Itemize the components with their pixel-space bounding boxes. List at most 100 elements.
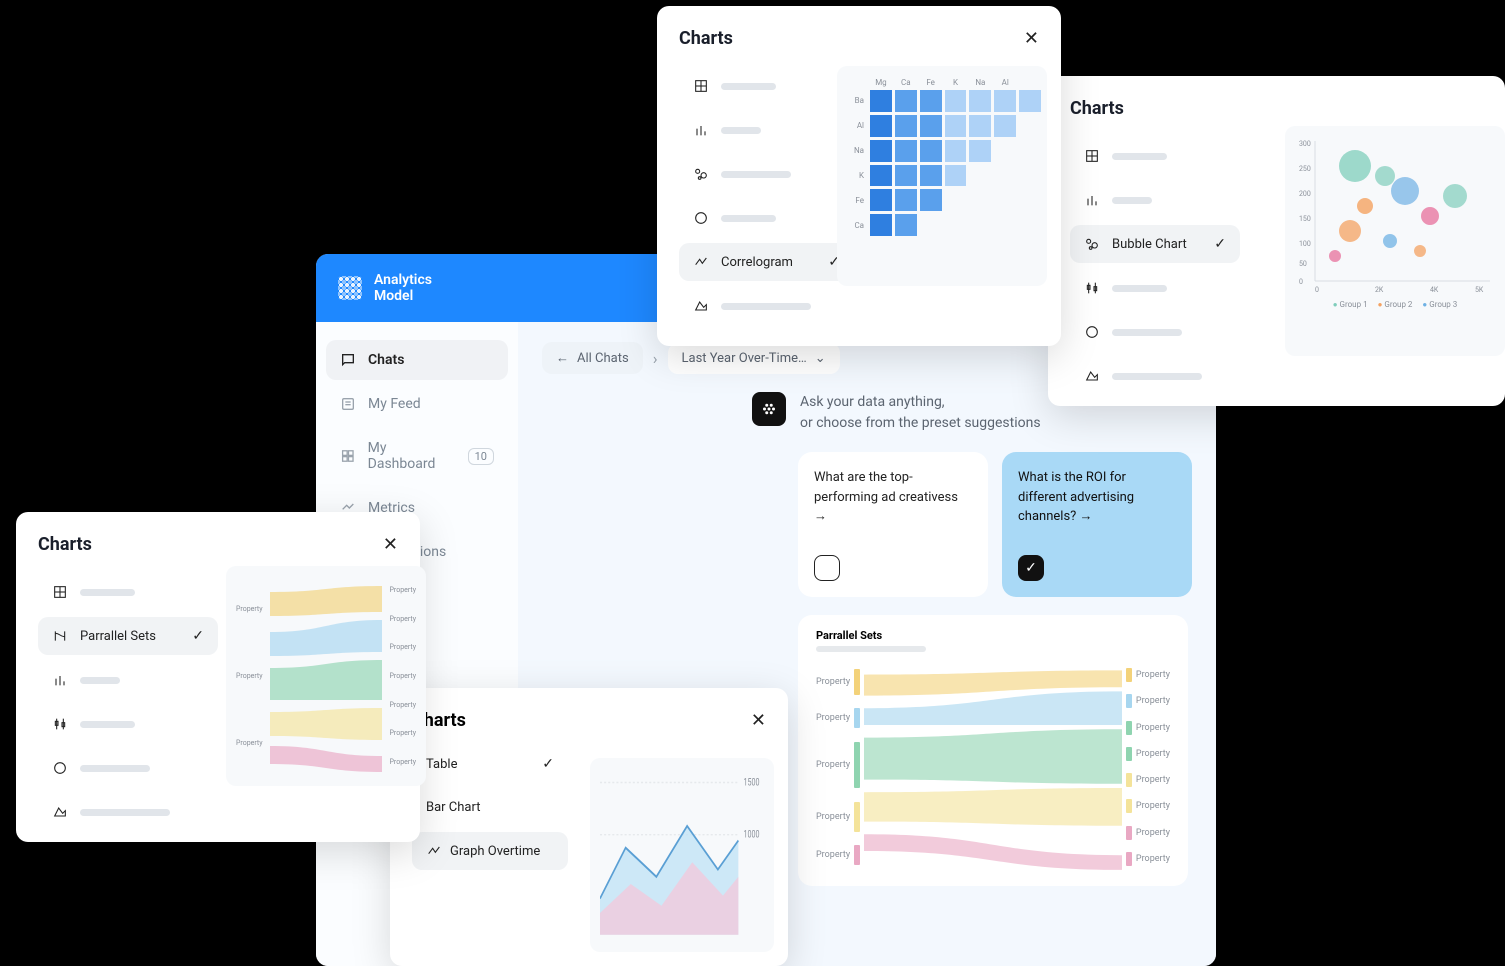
- suggestion-text: What is the ROI for different advertisin…: [1018, 468, 1176, 527]
- bar-icon: [693, 122, 709, 138]
- svg-text:200: 200: [1299, 190, 1311, 198]
- suggestion-checkbox-checked[interactable]: ✓: [1018, 555, 1044, 581]
- chat-icon: [340, 352, 356, 368]
- spinner-icon: [1084, 324, 1100, 340]
- chart-option[interactable]: [1070, 269, 1240, 307]
- spinner-icon: [693, 210, 709, 226]
- bar-icon: [1084, 192, 1100, 208]
- candlestick-icon: [1084, 280, 1100, 296]
- brand-logo-icon: [338, 276, 362, 300]
- close-button[interactable]: ✕: [383, 534, 398, 555]
- sidebar-item-dashboard[interactable]: My Dashboard 10: [326, 428, 508, 484]
- card-title: Parrallel Sets: [816, 629, 1170, 642]
- crumb-current-label: Last Year Over-Time…: [682, 351, 807, 366]
- node-label: Property: [390, 615, 417, 623]
- sidebar-item-chats[interactable]: Chats: [326, 340, 508, 380]
- chart-option-table[interactable]: Table ✓: [412, 745, 568, 783]
- chart-label: Correlogram: [721, 255, 816, 270]
- close-button[interactable]: ✕: [751, 710, 766, 731]
- chart-option[interactable]: [679, 199, 854, 237]
- suggestion-checkbox[interactable]: [814, 555, 840, 581]
- svg-text:0: 0: [1299, 278, 1303, 286]
- panel-title: Charts: [1070, 98, 1124, 119]
- node-label: Property: [1136, 854, 1170, 864]
- close-button[interactable]: ✕: [1024, 28, 1039, 49]
- chart-label: Parrallel Sets: [80, 629, 180, 644]
- chart-option[interactable]: [38, 705, 218, 743]
- panel-title: Charts: [38, 534, 92, 555]
- chart-option[interactable]: [679, 111, 854, 149]
- assistant-icon: [752, 392, 786, 426]
- parallel-sets-card: Parrallel Sets Property Property Propert…: [798, 615, 1188, 886]
- node-label: Property: [390, 758, 417, 766]
- panel-title: Charts: [412, 710, 568, 731]
- chart-option-bar[interactable]: Bar Chart: [412, 789, 568, 826]
- spinner-icon: [52, 760, 68, 776]
- node-label: Property: [816, 760, 850, 770]
- node-label: Property: [816, 850, 850, 860]
- node-label: Property: [816, 677, 850, 687]
- node-label: Property: [1136, 749, 1170, 759]
- crumb-current[interactable]: Last Year Over-Time… ⌄: [668, 343, 840, 374]
- correlogram-preview: MgCaFeKNaAlBaAlNaKFeCa: [837, 66, 1047, 286]
- chart-option[interactable]: [1070, 357, 1240, 395]
- svg-text:150: 150: [1299, 215, 1311, 223]
- svg-text:4K: 4K: [1430, 286, 1439, 294]
- chart-option[interactable]: [38, 661, 218, 699]
- bubble-icon: [693, 166, 709, 182]
- crumb-back[interactable]: ← All Chats: [542, 342, 643, 374]
- table-icon: [693, 78, 709, 94]
- node-label: Property: [816, 713, 850, 723]
- chart-option[interactable]: [679, 155, 854, 193]
- chart-option[interactable]: [38, 749, 218, 787]
- charts-popup-parallel: Charts ✕ Parrallel Sets✓ Property Proper…: [16, 512, 420, 842]
- chart-option[interactable]: [679, 67, 854, 105]
- svg-text:1000: 1000: [744, 830, 760, 842]
- check-icon: ✓: [1025, 560, 1037, 576]
- chart-option-bubble[interactable]: Bubble Chart✓: [1070, 225, 1240, 263]
- svg-text:0: 0: [1315, 286, 1319, 294]
- chart-option[interactable]: [38, 573, 218, 611]
- arrow-left-icon: ←: [556, 350, 569, 366]
- svg-text:1500: 1500: [744, 777, 760, 789]
- chart-option[interactable]: [1070, 313, 1240, 351]
- legend-item: Group 3: [1429, 300, 1457, 309]
- brand: Analytics Model: [338, 272, 432, 304]
- feed-icon: [340, 396, 356, 412]
- node-label: Property: [1136, 828, 1170, 838]
- chart-option[interactable]: [1070, 181, 1240, 219]
- sidebar-label: Chats: [368, 352, 404, 368]
- chart-option-correlogram[interactable]: Correlogram✓: [679, 243, 854, 281]
- shape-icon: [1084, 368, 1100, 384]
- chart-option-graph-overtime[interactable]: Graph Overtime: [412, 832, 568, 870]
- candlestick-icon: [52, 716, 68, 732]
- svg-text:5K: 5K: [1475, 286, 1484, 294]
- suggestion-text: What are the top-performing ad creatives…: [814, 468, 972, 527]
- node-label: Property: [236, 672, 263, 680]
- node-label: Property: [390, 729, 417, 737]
- node-label: Property: [816, 812, 850, 822]
- sidebar-item-feed[interactable]: My Feed: [326, 384, 508, 424]
- chevron-right-icon: ›: [653, 349, 658, 368]
- chart-label: Table: [426, 757, 530, 772]
- suggestion-row: What are the top-performing ad creatives…: [542, 452, 1192, 597]
- area-preview: 1500 1000: [590, 758, 774, 952]
- suggestion-card-1[interactable]: What are the top-performing ad creatives…: [798, 452, 988, 597]
- node-label: Property: [236, 605, 263, 613]
- chart-option[interactable]: [38, 793, 218, 831]
- check-icon: ✓: [542, 756, 554, 772]
- node-label: Property: [390, 643, 417, 651]
- legend-item: Group 2: [1384, 300, 1412, 309]
- svg-text:300: 300: [1299, 140, 1311, 148]
- brand-title-2: Model: [374, 288, 432, 304]
- check-icon: ✓: [1214, 236, 1226, 252]
- chart-option[interactable]: [1070, 137, 1240, 175]
- chart-option-parallel-sets[interactable]: Parrallel Sets✓: [38, 617, 218, 655]
- line-icon: [693, 254, 709, 270]
- shape-icon: [693, 298, 709, 314]
- sankey-flows: [864, 662, 1122, 872]
- sidebar-label: My Feed: [368, 396, 421, 412]
- bubble-preview: 300 250 200 150 100 50 0 0 2K: [1285, 126, 1505, 356]
- chart-option[interactable]: [679, 287, 854, 325]
- suggestion-card-2[interactable]: What is the ROI for different advertisin…: [1002, 452, 1192, 597]
